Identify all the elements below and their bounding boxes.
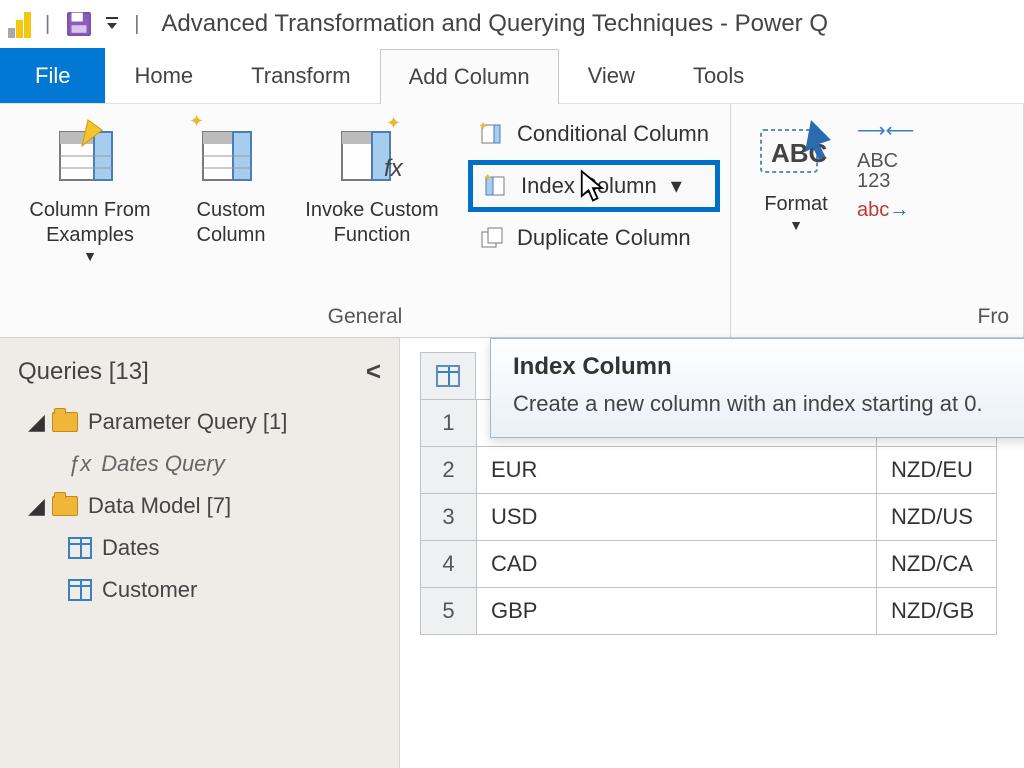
tree-group-label: Data Model [7] (88, 493, 231, 519)
merge-columns-icon[interactable]: ⟶⟵ (857, 118, 914, 143)
tab-file[interactable]: File (0, 48, 105, 103)
invoke-custom-function-button[interactable]: fx ✦ Invoke Custom Function (292, 112, 452, 248)
tooltip-body: Create a new column with an index starti… (513, 389, 1011, 419)
dropdown-icon: ▾ (671, 173, 682, 199)
queries-panel: Queries [13] < ◢ Parameter Query [1] ƒx … (0, 338, 400, 768)
dropdown-icon: ▼ (83, 248, 97, 266)
table-row[interactable]: 4 CAD NZD/CA (421, 541, 997, 588)
titlebar: | | Advanced Transformation and Querying… (0, 0, 1024, 48)
svg-text:✦: ✦ (480, 122, 488, 133)
cell[interactable]: NZD/US (877, 494, 997, 541)
invoke-custom-function-label: Invoke Custom Function (305, 198, 438, 248)
custom-column-button[interactable]: ✦ Custom Column (176, 112, 286, 248)
tab-add-column[interactable]: Add Column (380, 49, 559, 104)
svg-text:✦: ✦ (484, 174, 492, 184)
extract-button[interactable]: ABC 123 (857, 151, 914, 191)
queries-header: Queries [13] < (10, 356, 389, 401)
cell[interactable]: GBP (477, 588, 877, 635)
sparkle-icon: ✦ (189, 110, 204, 133)
format-label: Format (764, 192, 827, 217)
row-number: 5 (421, 588, 477, 635)
cell[interactable]: NZD/EU (877, 447, 997, 494)
tree-item-customer[interactable]: Customer (10, 569, 389, 611)
cell[interactable]: USD (477, 494, 877, 541)
cell[interactable]: CAD (477, 541, 877, 588)
parse-button[interactable]: abc→ (857, 199, 914, 222)
column-from-examples-label: Column From Examples (29, 198, 150, 248)
tree-item-label: Dates (102, 535, 159, 561)
conditional-column-icon: ✦ (479, 121, 509, 147)
table-row[interactable]: 2 EUR NZD/EU (421, 447, 997, 494)
duplicate-column-button[interactable]: Duplicate Column (468, 218, 720, 258)
content-area: Queries [13] < ◢ Parameter Query [1] ƒx … (0, 338, 1024, 768)
ribbon-group-from-label: Fro (741, 301, 1013, 333)
app-logo-icon (8, 10, 31, 38)
ribbon-group-general: Column From Examples ▼ ✦ Custom Column (0, 104, 731, 337)
index-column-label: Index Column (521, 173, 657, 199)
tree-item-dates[interactable]: Dates (10, 527, 389, 569)
qat-customize-dropdown[interactable] (104, 14, 120, 34)
ribbon-group-format: ABC Format ▼ ⟶⟵ ABC 123 abc→ Fro (731, 104, 1024, 337)
tree-group-data-model[interactable]: ◢ Data Model [7] (10, 485, 389, 527)
cell[interactable]: NZD/GB (877, 588, 997, 635)
column-from-examples-button[interactable]: Column From Examples ▼ (10, 112, 170, 266)
dropdown-icon: ▼ (789, 217, 803, 235)
qat-separator: | (45, 13, 50, 36)
caret-down-icon: ◢ (28, 493, 42, 519)
cell[interactable]: NZD/CA (877, 541, 997, 588)
function-icon: ƒx (68, 451, 91, 477)
cell[interactable]: EUR (477, 447, 877, 494)
index-column-button[interactable]: ✦ Index Column ▾ (468, 160, 720, 212)
collapse-panel-icon[interactable]: < (366, 356, 381, 387)
tree-group-label: Parameter Query [1] (88, 409, 287, 435)
index-column-tooltip: Index Column Create a new column with an… (490, 338, 1024, 438)
tree-item-label: Dates Query (101, 451, 225, 477)
tab-view[interactable]: View (559, 48, 664, 103)
tooltip-title: Index Column (513, 353, 1011, 381)
folder-icon (52, 496, 78, 516)
format-button[interactable]: ABC Format ▼ (741, 112, 851, 235)
tree-item-dates-query[interactable]: ƒx Dates Query (10, 443, 389, 485)
sparkle-icon: ✦ (386, 112, 401, 135)
table-icon (68, 537, 92, 559)
format-extras: ⟶⟵ ABC 123 abc→ (857, 112, 914, 222)
table-corner[interactable] (420, 352, 476, 400)
row-number: 1 (421, 400, 477, 447)
conditional-column-button[interactable]: ✦ Conditional Column (468, 114, 720, 154)
duplicate-column-icon (479, 225, 509, 251)
grid-area: 1 2 EUR NZD/EU 3 USD NZD/US 4 CAD NZD/CA… (400, 338, 1024, 768)
window-title: Advanced Transformation and Querying Tec… (161, 10, 828, 38)
tree-group-parameter-query[interactable]: ◢ Parameter Query [1] (10, 401, 389, 443)
row-number: 2 (421, 447, 477, 494)
caret-down-icon: ◢ (28, 409, 42, 435)
tab-transform[interactable]: Transform (222, 48, 379, 103)
row-number: 3 (421, 494, 477, 541)
table-row[interactable]: 5 GBP NZD/GB (421, 588, 997, 635)
ribbon-tabs: File Home Transform Add Column View Tool… (0, 48, 1024, 104)
tab-tools[interactable]: Tools (664, 48, 773, 103)
duplicate-column-label: Duplicate Column (517, 225, 691, 251)
custom-column-label: Custom Column (197, 198, 266, 248)
ribbon-group-general-label: General (10, 301, 720, 333)
save-icon[interactable] (64, 9, 94, 39)
conditional-column-label: Conditional Column (517, 121, 709, 147)
table-icon (436, 365, 460, 387)
tree-item-label: Customer (102, 577, 197, 603)
folder-icon (52, 412, 78, 432)
index-column-icon: ✦ (483, 173, 513, 199)
qat-separator-2: | (134, 13, 139, 36)
ribbon: Column From Examples ▼ ✦ Custom Column (0, 104, 1024, 338)
table-row[interactable]: 3 USD NZD/US (421, 494, 997, 541)
svg-text:fx: fx (384, 155, 404, 182)
row-number: 4 (421, 541, 477, 588)
tab-home[interactable]: Home (105, 48, 222, 103)
table-icon (68, 579, 92, 601)
queries-title: Queries [13] (18, 358, 149, 386)
